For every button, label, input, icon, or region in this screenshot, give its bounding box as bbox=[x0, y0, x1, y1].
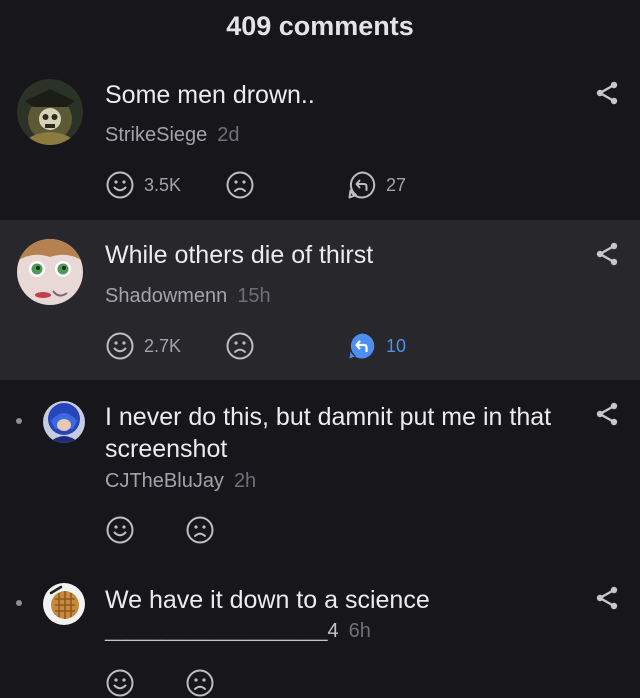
reply-button-active[interactable]: 10 bbox=[347, 329, 406, 363]
smile-icon bbox=[106, 516, 134, 544]
comment-item: Some men drown.. StrikeSiege 2d 3.5K 27 bbox=[0, 62, 640, 219]
comment-meta: StrikeSiege 2d bbox=[105, 122, 240, 148]
share-icon[interactable] bbox=[592, 239, 622, 269]
comment-meta: CJTheBluJay 2h bbox=[105, 468, 256, 494]
comments-page: 409 comments Some men drown.. StrikeSieg… bbox=[0, 0, 640, 698]
dislike-button[interactable] bbox=[185, 666, 215, 698]
reply-count: 10 bbox=[386, 335, 407, 356]
comment-text: Some men drown.. bbox=[105, 81, 315, 109]
comment-meta: Shadowmenn 15h bbox=[105, 283, 271, 309]
comment-text: I never do this, but damnit put me in th… bbox=[105, 403, 552, 463]
frown-icon bbox=[226, 171, 254, 199]
frown-icon bbox=[186, 516, 214, 544]
comment-time: 2h bbox=[233, 470, 257, 492]
share-icon[interactable] bbox=[592, 399, 622, 429]
comment-actions bbox=[105, 513, 545, 547]
like-button[interactable]: 2.7K bbox=[105, 329, 181, 363]
avatar[interactable] bbox=[17, 79, 83, 145]
reply-button[interactable]: 27 bbox=[347, 168, 406, 202]
smile-icon bbox=[106, 669, 134, 697]
comment-actions: 3.5K 27 bbox=[105, 168, 545, 202]
comment-author[interactable]: Shadowmenn bbox=[105, 285, 227, 307]
dislike-button[interactable] bbox=[225, 329, 255, 363]
reply-count: 27 bbox=[386, 174, 407, 195]
comment-time: 15h bbox=[237, 285, 271, 307]
like-button[interactable] bbox=[105, 513, 135, 547]
like-button[interactable]: 3.5K bbox=[105, 168, 181, 202]
reply-item: We have it down to a science ___________… bbox=[0, 564, 640, 698]
comment-text: We have it down to a science bbox=[105, 586, 430, 614]
avatar[interactable] bbox=[17, 239, 83, 305]
like-count: 3.5K bbox=[144, 174, 182, 195]
like-button[interactable] bbox=[105, 666, 135, 698]
reply-icon bbox=[348, 171, 376, 199]
comment-item-highlighted: While others die of thirst Shadowmenn 15h… bbox=[0, 220, 640, 380]
frown-icon bbox=[226, 332, 254, 360]
avatar[interactable] bbox=[43, 583, 85, 625]
avatar[interactable] bbox=[43, 401, 85, 443]
dislike-button[interactable] bbox=[185, 513, 215, 547]
frown-icon bbox=[186, 669, 214, 697]
comment-time: 2d bbox=[217, 124, 240, 146]
thread-bullet bbox=[16, 418, 22, 424]
share-icon[interactable] bbox=[592, 583, 622, 613]
reply-item: I never do this, but damnit put me in th… bbox=[0, 381, 640, 557]
smile-icon bbox=[106, 332, 134, 360]
comment-text: While others die of thirst bbox=[105, 241, 374, 269]
comment-time: 6h bbox=[348, 620, 371, 642]
share-icon[interactable] bbox=[592, 78, 622, 108]
comment-author[interactable]: StrikeSiege bbox=[105, 124, 207, 146]
thread-bullet bbox=[16, 600, 22, 606]
like-count: 2.7K bbox=[144, 335, 182, 356]
comment-author[interactable]: CJTheBluJay bbox=[105, 470, 224, 492]
comments-count-title: 409 comments bbox=[226, 11, 414, 41]
comment-actions: 2.7K 10 bbox=[105, 329, 545, 363]
comment-author[interactable]: ____________________4 bbox=[105, 620, 339, 642]
reply-icon bbox=[349, 333, 375, 359]
comment-meta: ____________________4 6h bbox=[105, 618, 371, 644]
smile-icon bbox=[106, 171, 134, 199]
comment-actions bbox=[105, 666, 545, 698]
dislike-button[interactable] bbox=[225, 168, 255, 202]
